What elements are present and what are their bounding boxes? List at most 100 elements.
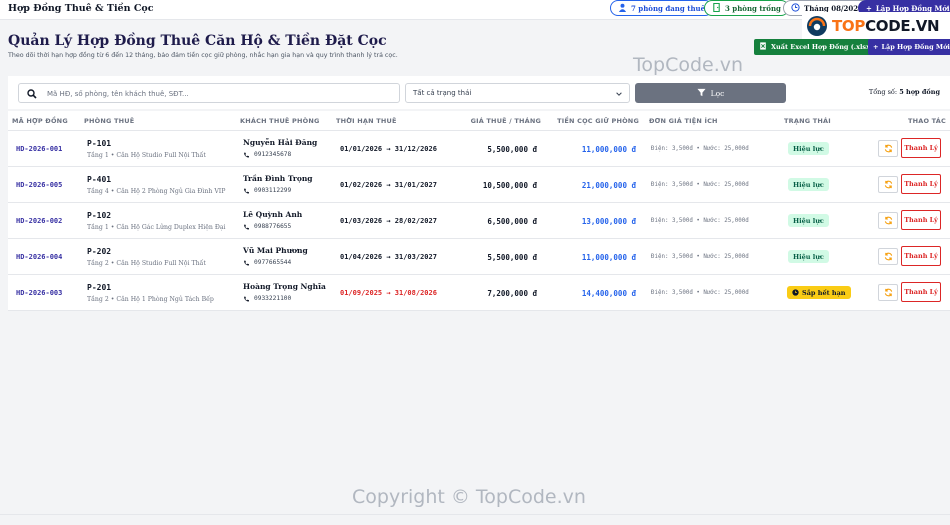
rental-term: 01/09/2025 → 31/08/2026 xyxy=(340,289,437,297)
excel-file-icon xyxy=(759,42,767,52)
rental-term: 01/02/2026 → 31/01/2027 xyxy=(340,181,437,189)
total-count: Tổng số: 5 hợp đồng xyxy=(868,88,940,96)
tenant-phone: 0933221100 xyxy=(243,295,291,302)
phone-icon xyxy=(244,188,249,193)
utility-rates: Điện: 3,500đ • Nước: 25,000đ xyxy=(651,182,749,188)
filter-bar: Tất cả trạng thái Lọc Tổng số: 5 hợp đồn… xyxy=(8,76,950,109)
room-description: Tầng 1 • Căn Hộ Studio Full Nội Thất xyxy=(87,152,206,159)
refresh-icon xyxy=(884,180,892,189)
liquidate-button[interactable]: Thanh Lý xyxy=(901,174,941,194)
app-title: Hợp Đồng Thuê & Tiền Cọc xyxy=(8,3,154,14)
clock-icon xyxy=(791,2,800,14)
phone-icon xyxy=(244,296,249,301)
table-row: HD-2026-001 P-101 Tầng 1 • Căn Hộ Studio… xyxy=(8,131,950,167)
new-contract-label: Lập Hợp Đồng Mới xyxy=(881,43,950,51)
refresh-icon xyxy=(884,252,892,261)
contract-code[interactable]: HD-2026-001 xyxy=(16,145,62,153)
filter-button[interactable]: Lọc xyxy=(635,83,786,103)
topcode-logo-text: TOPCODE.VN xyxy=(832,17,940,35)
tenant-phone: 0912345678 xyxy=(243,151,291,158)
status-badge: Hiệu lực xyxy=(788,214,829,227)
tenant-name: Vũ Mai Phương xyxy=(243,246,308,255)
phone-icon xyxy=(244,152,249,157)
utility-rates: Điện: 3,500đ • Nước: 25,000đ xyxy=(651,290,749,296)
contract-code[interactable]: HD-2026-005 xyxy=(16,181,62,189)
room-number: P-101 xyxy=(87,139,112,148)
tenant-name: Trần Đình Trọng xyxy=(243,174,313,183)
contract-code[interactable]: HD-2026-003 xyxy=(16,289,62,297)
status-select[interactable]: Tất cả trạng thái xyxy=(405,83,630,103)
liquidate-button[interactable]: Thanh Lý xyxy=(901,282,941,302)
renew-button[interactable] xyxy=(878,212,898,229)
status-badge: Hiệu lực xyxy=(788,178,829,191)
room-number: P-401 xyxy=(87,175,112,184)
deposit-amount: 21,000,000 đ xyxy=(581,181,636,190)
deposit-amount: 13,000,000 đ xyxy=(581,217,636,226)
tenant-name: Nguyễn Hải Đăng xyxy=(243,138,318,147)
liquidate-button[interactable]: Thanh Lý xyxy=(901,246,941,266)
filter-label: Lọc xyxy=(710,88,725,98)
table-row: HD-2026-004 P-202 Tầng 2 • Căn Hộ Studio… xyxy=(8,239,950,275)
renew-button[interactable] xyxy=(878,284,898,301)
user-icon xyxy=(618,3,627,14)
tenant-name: Lê Quỳnh Anh xyxy=(243,210,303,219)
refresh-icon xyxy=(884,144,892,153)
page-subtitle: Theo dõi thời hạn hợp đồng từ 6 đến 12 t… xyxy=(8,52,398,59)
header-room: PHÒNG THUÊ xyxy=(84,117,135,125)
export-excel-button[interactable]: Xuất Excel Hợp Đồng (.xlsx) xyxy=(754,39,879,55)
page-title: Quản Lý Hợp Đồng Thuê Căn Hộ & Tiền Đặt … xyxy=(8,33,387,49)
funnel-icon xyxy=(697,88,706,99)
utility-rates: Điện: 3,500đ • Nước: 25,000đ xyxy=(651,146,749,152)
header-tenant: KHÁCH THUÊ PHÒNG xyxy=(240,117,320,125)
rental-term: 01/01/2026 → 31/12/2026 xyxy=(340,145,437,153)
renew-button[interactable] xyxy=(878,176,898,193)
topcode-logo-icon xyxy=(807,16,827,36)
tenant-name: Hoàng Trọng Nghĩa xyxy=(243,282,326,291)
room-description: Tầng 1 • Căn Hộ Gác Lửng Duplex Hiện Đại xyxy=(87,224,226,231)
refresh-icon xyxy=(884,216,892,225)
phone-icon xyxy=(244,224,249,229)
renew-button[interactable] xyxy=(878,248,898,265)
tenant-phone: 0903112299 xyxy=(243,187,291,194)
watermark-top: TopCode.vn xyxy=(633,54,744,76)
tenant-phone: 0977665544 xyxy=(243,259,291,266)
liquidate-button[interactable]: Thanh Lý xyxy=(901,210,941,230)
export-excel-label: Xuất Excel Hợp Đồng (.xlsx) xyxy=(771,43,874,51)
rental-term: 01/04/2026 → 31/03/2027 xyxy=(340,253,437,261)
header-code: MÃ HỢP ĐỒNG xyxy=(12,117,68,125)
topcode-logo: TOPCODE.VN xyxy=(802,12,950,40)
door-icon xyxy=(712,2,721,14)
rented-rooms-pill[interactable]: 7 phòng đang thuê xyxy=(610,0,714,16)
room-number: P-102 xyxy=(87,211,112,220)
contract-code[interactable]: HD-2026-002 xyxy=(16,217,62,225)
tenant-phone: 0988776655 xyxy=(243,223,291,230)
header-price: GIÁ THUÊ / THÁNG xyxy=(470,117,541,125)
empty-rooms-pill[interactable]: 3 phòng trống xyxy=(704,0,789,16)
room-description: Tầng 2 • Căn Hộ Studio Full Nội Thất xyxy=(87,260,206,267)
rental-term: 01/03/2026 → 28/02/2027 xyxy=(340,217,437,225)
liquidate-button[interactable]: Thanh Lý xyxy=(901,138,941,158)
divider xyxy=(0,514,950,515)
room-description: Tầng 2 • Căn Hộ 1 Phòng Ngủ Tách Bếp xyxy=(87,296,214,303)
room-number: P-201 xyxy=(87,283,112,292)
deposit-amount: 11,000,000 đ xyxy=(581,253,636,262)
contract-code[interactable]: HD-2026-004 xyxy=(16,253,62,261)
room-number: P-202 xyxy=(87,247,112,256)
table-header: MÃ HỢP ĐỒNG PHÒNG THUÊ KHÁCH THUÊ PHÒNG … xyxy=(8,111,950,131)
plus-icon: + xyxy=(873,43,879,51)
clock-icon xyxy=(792,289,799,296)
monthly-price: 7,200,000 đ xyxy=(487,289,537,298)
contracts-table: MÃ HỢP ĐỒNG PHÒNG THUÊ KHÁCH THUÊ PHÒNG … xyxy=(8,111,950,311)
renew-button[interactable] xyxy=(878,140,898,157)
empty-rooms-label: 3 phòng trống xyxy=(725,3,781,13)
refresh-icon xyxy=(884,288,892,297)
table-row: HD-2026-005 P-401 Tầng 4 • Căn Hộ 2 Phòn… xyxy=(8,167,950,203)
status-select-value: Tất cả trạng thái xyxy=(413,89,472,97)
header-utility: ĐƠN GIÁ TIỆN ÍCH xyxy=(649,117,718,125)
monthly-price: 5,500,000 đ xyxy=(487,145,537,154)
watermark-bottom: Copyright © TopCode.vn xyxy=(352,486,586,508)
table-row: HD-2026-003 P-201 Tầng 2 • Căn Hộ 1 Phòn… xyxy=(8,275,950,311)
status-badge: Hiệu lực xyxy=(788,142,829,155)
new-contract-button[interactable]: + Lập Hợp Đồng Mới xyxy=(868,39,950,55)
search-input[interactable] xyxy=(47,87,387,100)
